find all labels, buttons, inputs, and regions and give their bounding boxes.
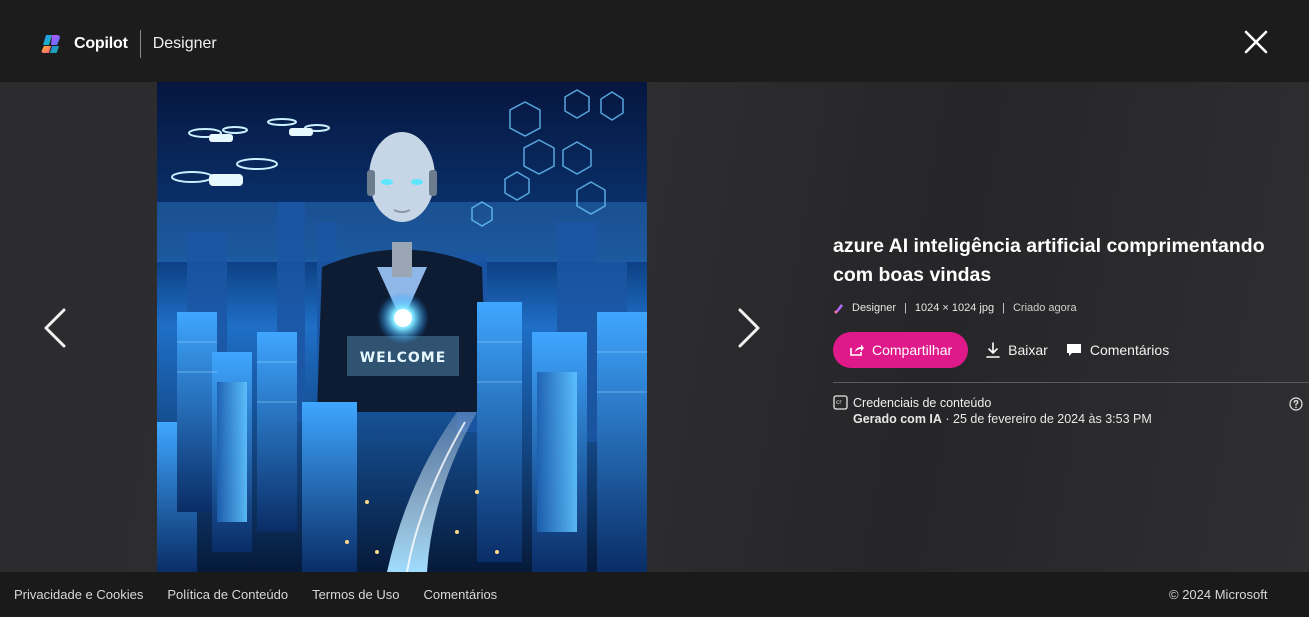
top-bar: Copilot Designer [0,0,1309,82]
action-bar: Compartilhar Baixar Comentários [833,332,1309,368]
footer-link-terms[interactable]: Termos de Uso [312,587,399,602]
meta-separator: | [904,302,907,314]
download-icon [986,342,1000,358]
copyright: © 2024 Microsoft [1169,587,1268,602]
footer-links: Privacidade e Cookies Política de Conteú… [0,587,507,602]
download-button[interactable]: Baixar [986,342,1048,358]
copilot-logo-icon [41,35,60,53]
welcome-text: WELCOME [360,350,447,366]
meta-dimensions: 1024 × 1024 jpg [914,302,995,314]
footer-link-privacy[interactable]: Privacidade e Cookies [14,587,143,602]
footer: Privacidade e Cookies Política de Conteú… [0,572,1309,617]
meta-created: Criado agora [1012,302,1077,314]
generated-image[interactable]: WELCOME [157,82,647,572]
help-icon[interactable] [1289,397,1303,411]
share-label: Compartilhar [872,342,953,358]
generated-date: · 25 de fevereiro de 2024 às 3:53 PM [941,412,1152,426]
designer-icon [834,304,843,314]
svg-text:cr: cr [836,399,842,406]
brand-divider [139,30,141,58]
meta-tool: Designer [852,302,897,314]
credentials-icon: cr [833,395,848,410]
chevron-right-icon[interactable] [734,304,764,352]
content-credentials: cr Credenciais de conteúdo Gerado com IA… [833,395,1309,426]
comment-icon [1066,344,1081,356]
comments-label: Comentários [1089,342,1170,358]
divider [833,382,1309,383]
brand-name: Copilot [74,35,128,52]
credentials-detail: Gerado com IA · 25 de fevereiro de 2024 … [853,412,1309,426]
image-meta: Designer | 1024 × 1024 jpg | Criado agor… [833,302,1309,314]
image-viewer: WELCOME azure AI inteligência artificial… [0,82,1309,572]
image-details: azure AI inteligência artificial comprim… [833,232,1309,426]
product-name: Designer [152,35,217,52]
generated-label: Gerado com IA [853,412,942,426]
footer-link-content-policy[interactable]: Política de Conteúdo [167,587,288,602]
brand[interactable]: Copilot Designer [40,30,217,58]
comments-button[interactable]: Comentários [1066,342,1169,358]
share-icon [850,344,864,356]
meta-separator: | [1002,302,1005,314]
close-icon[interactable] [1240,26,1272,58]
chevron-left-icon[interactable] [40,304,70,352]
download-label: Baixar [1008,342,1048,358]
footer-link-feedback[interactable]: Comentários [423,587,497,602]
prompt-title: azure AI inteligência artificial comprim… [833,235,1265,286]
share-button[interactable]: Compartilhar [833,332,969,368]
credentials-title: Credenciais de conteúdo [853,395,992,410]
